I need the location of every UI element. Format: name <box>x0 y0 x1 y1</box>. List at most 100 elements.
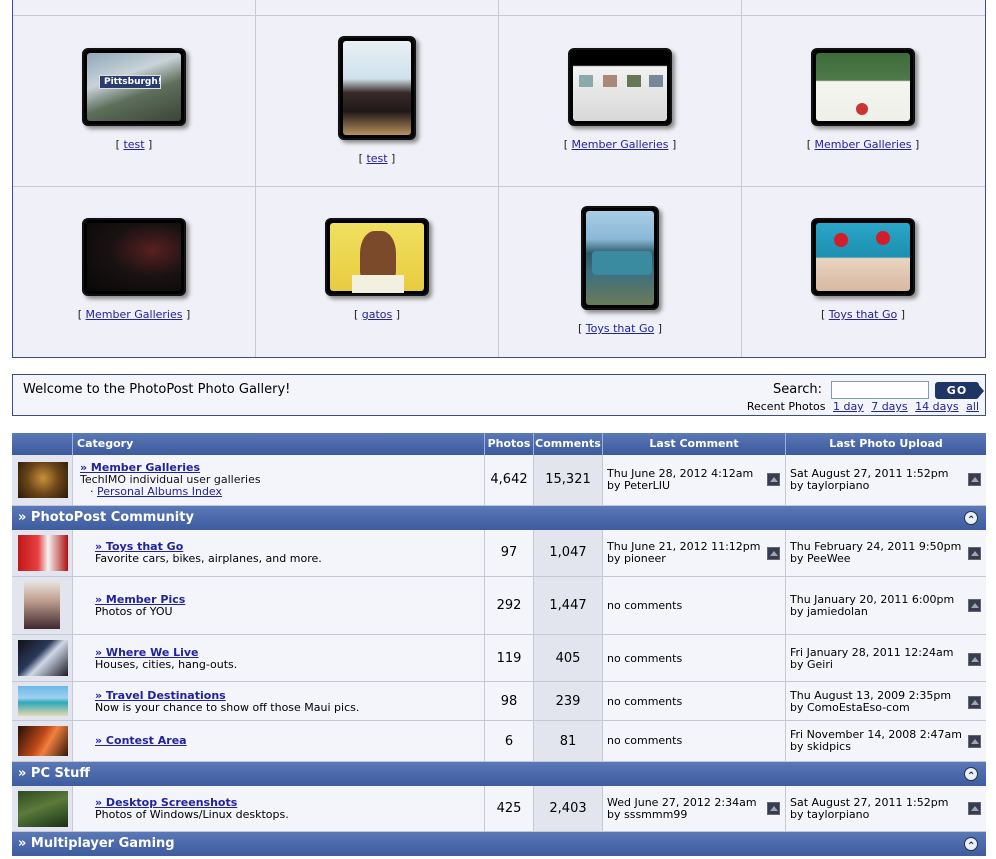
featured-link[interactable]: gatos <box>362 308 393 321</box>
featured-photo-thumb[interactable] <box>568 48 672 126</box>
collapse-icon[interactable] <box>964 765 978 789</box>
last-comment-cell: no comments <box>602 577 785 634</box>
comments-count: 239 <box>555 694 581 709</box>
category-thumbnail[interactable] <box>18 791 68 827</box>
section-title: » PC Stuff <box>18 766 90 781</box>
recent-14-days-link[interactable]: 14 days <box>915 400 958 413</box>
last-comment-date: no comments <box>607 734 683 747</box>
welcome-box: Welcome to the PhotoPost Photo Gallery! … <box>12 374 986 416</box>
last-upload-cell: Fri January 28, 2011 12:24am by Geiri <box>785 635 986 681</box>
featured-link[interactable]: Toys that Go <box>586 322 654 335</box>
featured-photo-thumb[interactable]: Pittsburgh! <box>82 48 186 126</box>
featured-photo-thumb[interactable] <box>338 36 416 140</box>
category-thumbnail[interactable] <box>24 581 60 629</box>
header-comments: Comments <box>533 433 602 455</box>
last-comment-user[interactable]: by pioneer <box>607 552 666 565</box>
category-description: Favorite cars, bikes, airplanes, and mor… <box>95 552 322 565</box>
goto-last-upload-icon[interactable] <box>968 653 981 666</box>
goto-last-upload-icon[interactable] <box>968 696 981 709</box>
category-description: Photos of Windows/Linux desktops. <box>95 808 289 821</box>
last-upload-user[interactable]: by taylorpiano <box>790 808 869 821</box>
photos-count: 4,642 <box>490 472 528 487</box>
goto-last-comment-icon[interactable] <box>767 547 780 560</box>
category-description: Photos of YOU <box>95 605 173 618</box>
last-upload-user[interactable]: by skidpics <box>790 740 851 753</box>
last-upload-cell: Fri November 14, 2008 2:47am by skidpics <box>785 721 986 761</box>
last-upload-cell: Sat August 27, 2011 1:52pm by taylorpiano <box>785 455 986 505</box>
featured-photo-thumb[interactable] <box>325 218 429 296</box>
last-upload-user[interactable]: by ComoEstaEso-com <box>790 701 910 714</box>
featured-link[interactable]: Member Galleries <box>572 138 669 151</box>
featured-link[interactable]: Toys that Go <box>829 308 897 321</box>
goto-last-comment-icon[interactable] <box>767 473 780 486</box>
recent-1-day-link[interactable]: 1 day <box>833 400 864 413</box>
featured-photo-thumb[interactable] <box>811 218 915 296</box>
comments-count: 1,447 <box>549 598 587 613</box>
section-header-pc-stuff[interactable]: » PC Stuff <box>12 762 986 789</box>
last-upload-user[interactable]: by PeeWee <box>790 552 851 565</box>
category-cell: » Member Galleries TechIMO individual us… <box>72 455 484 505</box>
category-thumbnail[interactable] <box>18 726 68 756</box>
category-cell: » Toys that Go Favorite cars, bikes, airp… <box>72 530 484 576</box>
last-comment-cell: no comments <box>602 635 785 681</box>
goto-last-upload-icon[interactable] <box>968 547 981 560</box>
featured-photo-thumb[interactable] <box>581 206 659 310</box>
last-upload-user[interactable]: by taylorpiano <box>790 479 869 492</box>
featured-photo-cell: Pittsburgh! [ test ] <box>13 48 255 151</box>
photos-count-cell: 4,642 <box>484 455 533 505</box>
category-icon-cell <box>12 530 72 576</box>
collapse-icon[interactable] <box>964 835 978 859</box>
comments-count: 81 <box>559 734 577 749</box>
comments-count: 405 <box>555 651 581 666</box>
category-description: Houses, cities, hang-outs. <box>95 658 238 671</box>
table-row: » Member Pics Photos of YOU 292 1,447 no … <box>12 577 986 635</box>
featured-photo-cell: [ Toys that Go ] <box>499 206 741 335</box>
featured-photo-thumb[interactable] <box>811 48 915 126</box>
comments-count-cell: 2,403 <box>533 786 602 831</box>
category-thumbnail[interactable] <box>18 462 68 498</box>
last-upload-cell: Thu January 20, 2011 6:00pm by jamiedolan <box>785 577 986 634</box>
featured-photo-thumb[interactable] <box>82 218 186 296</box>
header-category: Category <box>72 433 484 455</box>
category-thumbnail[interactable] <box>18 686 68 716</box>
featured-link[interactable]: Member Galleries <box>86 308 183 321</box>
last-upload-user[interactable]: by Geiri <box>790 658 833 671</box>
last-comment-cell: Thu June 28, 2012 4:12am by PeterLIU <box>602 455 785 505</box>
comments-count-cell: 15,321 <box>533 455 602 505</box>
category-link-contest-area[interactable]: » Contest Area <box>95 734 187 747</box>
goto-last-upload-icon[interactable] <box>968 802 981 815</box>
section-title: » Multiplayer Gaming <box>18 836 175 851</box>
recent-all-link[interactable]: all <box>966 400 979 413</box>
photos-count: 292 <box>496 598 522 613</box>
recent-7-days-link[interactable]: 7 days <box>871 400 907 413</box>
search-input[interactable] <box>831 381 929 399</box>
last-comment-cell: no comments <box>602 721 785 761</box>
photos-count: 98 <box>500 694 518 709</box>
featured-link[interactable]: test <box>123 138 144 151</box>
comments-count: 15,321 <box>545 472 591 487</box>
goto-last-upload-icon[interactable] <box>968 735 981 748</box>
category-thumbnail[interactable] <box>18 535 68 571</box>
personal-albums-link[interactable]: Personal Albums Index <box>97 485 222 498</box>
table-row: » Toys that Go Favorite cars, bikes, airp… <box>12 530 986 577</box>
last-comment-user[interactable]: by PeterLIU <box>607 479 670 492</box>
collapse-icon[interactable] <box>964 509 978 533</box>
last-comment-cell: Wed June 27, 2012 2:34am by sssmmm99 <box>602 786 785 831</box>
featured-link[interactable]: Member Galleries <box>815 138 912 151</box>
category-thumbnail[interactable] <box>18 640 68 676</box>
goto-last-upload-icon[interactable] <box>968 599 981 612</box>
section-header-photopost-community[interactable]: » PhotoPost Community <box>12 506 986 533</box>
go-button[interactable]: GO <box>935 382 984 399</box>
last-comment-user[interactable]: by sssmmm99 <box>607 808 687 821</box>
featured-caption: [ Toys that Go ] <box>821 308 905 321</box>
featured-photo-cell: [ Member Galleries ] <box>499 48 741 151</box>
section-header-multiplayer-gaming[interactable]: » Multiplayer Gaming <box>12 832 986 859</box>
header-photos: Photos <box>484 433 533 455</box>
last-upload-user[interactable]: by jamiedolan <box>790 605 868 618</box>
table-row: » Travel Destinations Now is your chance … <box>12 682 986 721</box>
goto-last-comment-icon[interactable] <box>767 802 780 815</box>
photos-count: 119 <box>496 651 522 666</box>
featured-link[interactable]: test <box>366 152 387 165</box>
featured-caption: [ Member Galleries ] <box>806 138 920 151</box>
goto-last-upload-icon[interactable] <box>968 473 981 486</box>
